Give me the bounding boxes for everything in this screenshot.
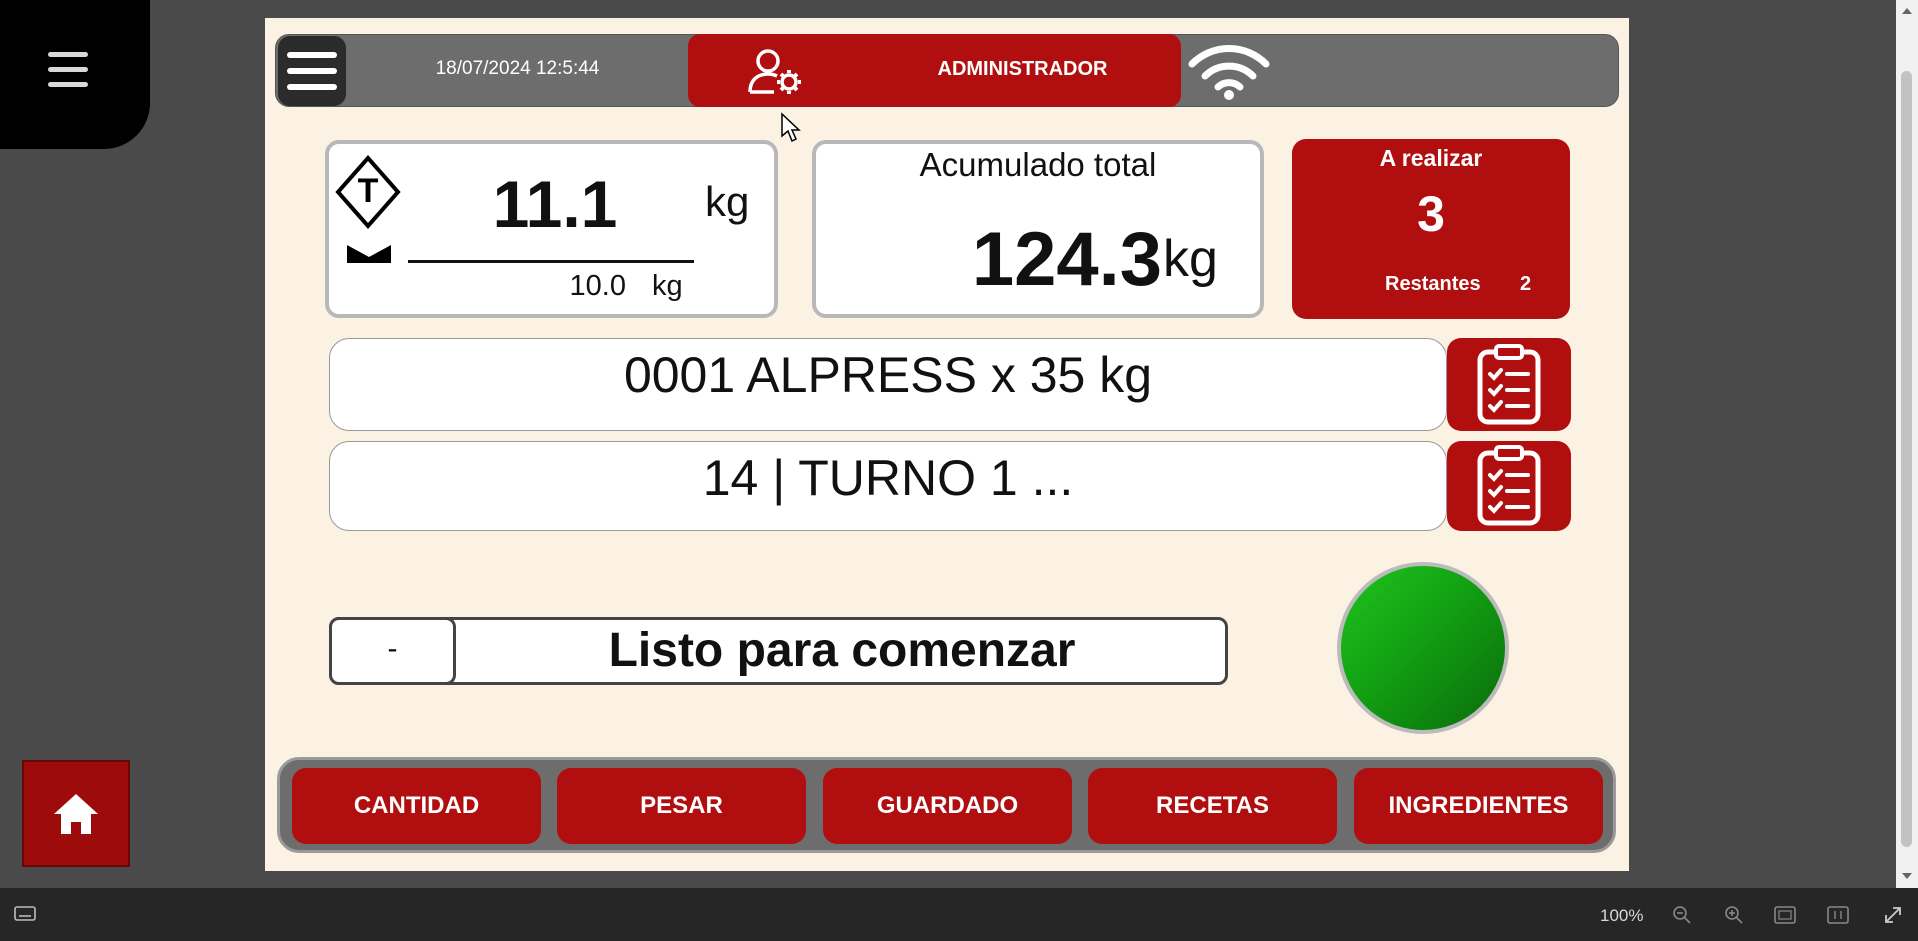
clipboard-checklist-icon [1477, 343, 1541, 424]
menu-icon [287, 52, 337, 58]
recipe-list-button[interactable] [1447, 338, 1571, 431]
ingredients-button[interactable]: INGREDIENTES [1354, 768, 1603, 844]
accumulated-title: Acumulado total [919, 146, 1157, 183]
home-icon [54, 793, 98, 834]
hamburger-menu-button[interactable] [278, 36, 346, 106]
status-message: Listo para comenzar [608, 624, 1076, 677]
tare-unit: kg [652, 270, 683, 302]
shift-text: 14 | TURNO 1 ... [702, 450, 1074, 506]
keyboard-icon[interactable] [14, 906, 36, 924]
status-prefix: - [387, 632, 398, 665]
viewer-menu-button[interactable] [0, 0, 150, 149]
zoom-out-icon[interactable] [1672, 905, 1692, 925]
pending-title: A realizar [1379, 145, 1483, 171]
scrollbar-thumb[interactable] [1901, 71, 1912, 847]
fit-screen-icon[interactable] [1774, 906, 1796, 924]
user-role-label: ADMINISTRADOR [937, 58, 1108, 80]
accumulated-value: 124.3 [971, 217, 1162, 302]
scroll-up-icon[interactable] [1902, 8, 1912, 14]
zoom-level: 100% [1600, 906, 1644, 925]
zoom-in-icon[interactable] [1724, 905, 1744, 925]
weight-value: 11.1 [492, 167, 618, 241]
pending-panel: A realizar 3 Restantes 2 [1292, 139, 1570, 319]
clipboard-checklist-icon [1477, 445, 1541, 526]
tare-symbol: T [357, 172, 379, 210]
recipe-text: 0001 ALPRESS x 35 kg [623, 347, 1153, 403]
remaining-label: Restantes [1385, 273, 1481, 295]
viewer-status-bar: 100% [0, 888, 1918, 941]
weight-divider [408, 260, 694, 263]
tare-value: 10.0 [569, 270, 626, 302]
actual-size-icon[interactable] [1827, 906, 1849, 924]
datetime-label: 18/07/2024 12:5:44 [435, 58, 600, 79]
accumulated-unit: kg [1163, 230, 1218, 288]
saved-button[interactable]: GUARDADO [823, 768, 1072, 844]
menu-icon [48, 52, 88, 97]
weigh-button[interactable]: PESAR [557, 768, 806, 844]
user-settings-icon [748, 49, 801, 94]
weight-unit: kg [705, 178, 750, 225]
home-button[interactable] [22, 760, 130, 867]
recipes-button[interactable]: RECETAS [1088, 768, 1337, 844]
stable-indicator-icon [347, 245, 391, 263]
wifi-icon [1188, 45, 1270, 100]
mouse-cursor-icon [781, 112, 801, 143]
status-led-indicator [1337, 562, 1509, 734]
scroll-down-icon[interactable] [1902, 873, 1912, 879]
quantity-button[interactable]: CANTIDAD [292, 768, 541, 844]
shift-list-button[interactable] [1447, 441, 1571, 531]
fullscreen-icon[interactable] [1883, 905, 1903, 925]
remaining-value: 2 [1520, 273, 1532, 295]
pending-count: 3 [1417, 186, 1445, 242]
